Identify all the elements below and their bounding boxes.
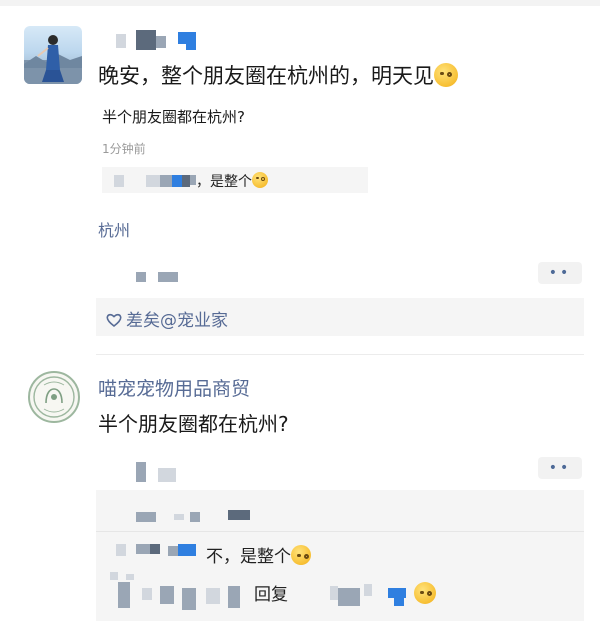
post-text: 晚安，整个朋友圈在杭州的，明天见 xyxy=(98,60,458,90)
likes-text[interactable]: 差矣@宠业家 xyxy=(126,311,228,331)
quoted-comment-title: 半个朋友圈都在杭州? xyxy=(102,108,245,126)
reply-text: 回复 xyxy=(254,580,288,605)
likes-row[interactable]: 差矣@宠业家 xyxy=(106,306,228,331)
comment-item[interactable] xyxy=(110,572,260,612)
avatar[interactable] xyxy=(28,371,80,423)
avatar-photo-icon xyxy=(24,35,82,84)
comment-timestamp: 1分钟前 xyxy=(102,142,146,156)
redacted-name-row xyxy=(136,270,196,284)
smirk-emoji-icon xyxy=(414,582,436,604)
comment-divider xyxy=(96,531,584,532)
redacted-comment-line xyxy=(136,508,276,524)
avatar[interactable] xyxy=(24,26,82,84)
smirk-emoji-icon xyxy=(291,545,311,565)
more-options-button[interactable]: •• xyxy=(538,262,582,284)
smirk-emoji-icon xyxy=(252,172,268,188)
location-link[interactable]: 杭州 xyxy=(98,217,130,241)
post-text: 半个朋友圈都在杭州? xyxy=(98,412,289,436)
top-divider xyxy=(0,0,600,6)
comment-item[interactable] xyxy=(110,540,210,562)
more-options-button[interactable]: •• xyxy=(538,457,582,479)
quoted-reply-text: ，是整个 xyxy=(196,171,268,191)
author-name-redacted[interactable] xyxy=(98,30,208,52)
smirk-emoji-icon xyxy=(434,63,458,87)
reply-label: 回复 xyxy=(254,585,288,605)
quoted-reply-suffix: ，是整个 xyxy=(196,174,252,190)
post-text-content: 晚安，整个朋友圈在杭州的，明天见 xyxy=(98,64,434,88)
redacted-name-row xyxy=(136,462,196,484)
shop-logo-icon xyxy=(33,376,75,418)
heart-icon xyxy=(106,311,122,331)
reply-target-redacted[interactable] xyxy=(330,580,440,608)
comment-text-content: 不，是整个 xyxy=(206,547,291,567)
author-name[interactable]: 喵宠宠物用品商贸 xyxy=(98,374,250,401)
divider xyxy=(96,354,584,355)
comment-text: 不，是整个 xyxy=(206,542,311,567)
